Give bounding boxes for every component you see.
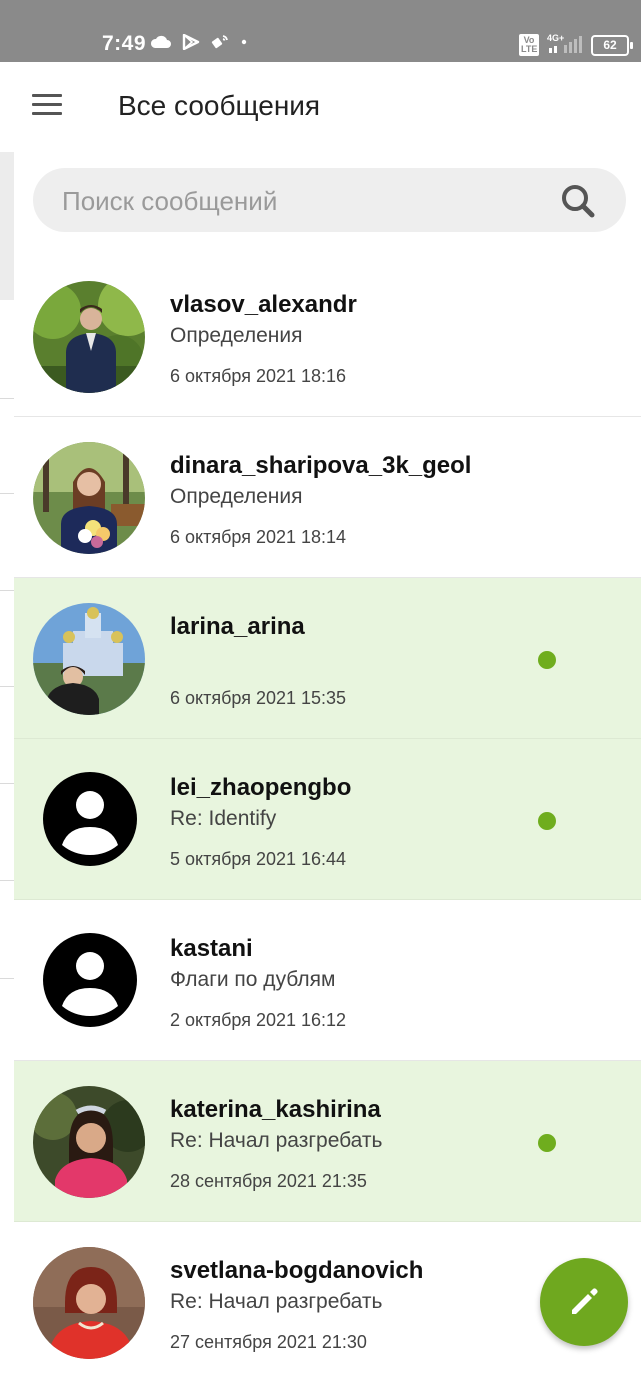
message-row[interactable]: dinara_sharipova_3k_geol Определения 6 о… — [14, 417, 641, 578]
message-sender: lei_zhaopengbo — [170, 774, 352, 801]
message-sender: svetlana-bogdanovich — [170, 1257, 424, 1284]
message-sender: kastani — [170, 935, 253, 962]
message-date: 5 октября 2021 16:44 — [170, 849, 347, 869]
drawer-divider — [0, 493, 14, 494]
status-notification-icons — [150, 33, 248, 51]
pencil-icon — [572, 1288, 598, 1314]
status-time: 7:49 — [102, 32, 147, 55]
cloud-icon — [150, 35, 171, 48]
message-row[interactable]: vlasov_alexandr Определения 6 октября 20… — [14, 256, 641, 417]
dot-icon — [241, 39, 247, 45]
message-list: vlasov_alexandr Определения 6 октября 20… — [14, 256, 641, 1383]
page-title: Все сообщения — [118, 90, 321, 121]
compose-button[interactable] — [540, 1258, 628, 1346]
default-user-icon — [42, 771, 138, 867]
message-sender: larina_arina — [170, 613, 305, 640]
signal-strength: 4G+ — [547, 33, 583, 55]
navigation-drawer-edge — [0, 150, 14, 1368]
unread-indicator — [538, 1134, 556, 1152]
message-subject: Re: Начал разгребать — [170, 1290, 383, 1313]
unread-indicator — [538, 651, 556, 669]
volte-badge: Vo LTE — [519, 34, 539, 56]
avatar — [33, 1247, 145, 1359]
message-sender: dinara_sharipova_3k_geol — [170, 452, 472, 479]
status-bar: 7:49 Vo LTE 4G+ 62 — [0, 0, 641, 62]
battery-indicator: 62 — [591, 34, 633, 56]
message-date: 6 октября 2021 18:14 — [170, 527, 347, 547]
message-date: 6 октября 2021 18:16 — [170, 366, 347, 386]
message-subject: Re: Начал разгребать — [170, 1129, 383, 1152]
message-date: 28 сентября 2021 21:35 — [170, 1171, 367, 1191]
drawer-divider — [0, 590, 14, 591]
hamburger-menu-icon[interactable] — [32, 92, 64, 118]
message-row[interactable]: larina_arina 6 октября 2021 15:35 — [14, 578, 641, 739]
drawer-divider — [0, 686, 14, 687]
status-system-icons: Vo LTE 4G+ 62 — [519, 33, 633, 56]
drawer-edge-highlight — [0, 150, 14, 300]
message-row[interactable]: kastani Флаги по дублям 2 октября 2021 1… — [14, 900, 641, 1061]
play-store-icon — [182, 34, 200, 50]
signal-icon — [549, 36, 582, 53]
app-header: Все сообщения — [0, 62, 641, 152]
satellite-icon — [211, 35, 228, 49]
drawer-divider — [0, 783, 14, 784]
message-row[interactable]: katerina_kashirina Re: Начал разгребать … — [14, 1061, 641, 1222]
search-input[interactable] — [60, 168, 544, 234]
search-bar[interactable] — [33, 168, 626, 234]
message-subject: Определения — [170, 324, 303, 347]
drawer-divider — [0, 880, 14, 881]
message-sender: vlasov_alexandr — [170, 291, 357, 318]
search-icon[interactable] — [560, 183, 596, 219]
default-user-icon — [42, 932, 138, 1028]
drawer-divider — [0, 398, 14, 399]
avatar — [33, 281, 145, 393]
message-date: 6 октября 2021 15:35 — [170, 688, 347, 708]
message-subject: Флаги по дублям — [170, 968, 336, 991]
avatar — [33, 1086, 145, 1198]
message-date: 2 октября 2021 16:12 — [170, 1010, 347, 1030]
message-row[interactable]: lei_zhaopengbo Re: Identify 5 октября 20… — [14, 739, 641, 900]
avatar — [33, 603, 145, 715]
message-date: 27 сентября 2021 21:30 — [170, 1332, 367, 1352]
message-subject: Определения — [170, 485, 303, 508]
drawer-divider — [0, 978, 14, 979]
avatar — [33, 442, 145, 554]
message-subject: Re: Identify — [170, 807, 277, 830]
unread-indicator — [538, 812, 556, 830]
message-sender: katerina_kashirina — [170, 1096, 381, 1123]
